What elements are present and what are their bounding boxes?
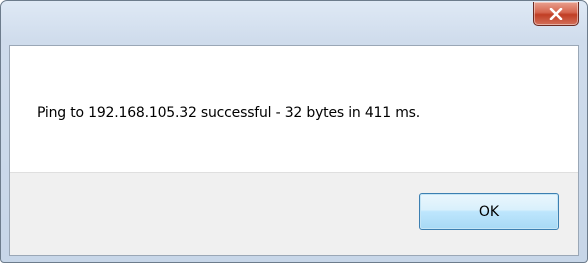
- title-bar[interactable]: [1, 1, 587, 45]
- message-text: Ping to 192.168.105.32 successful - 32 b…: [37, 105, 420, 121]
- close-button[interactable]: [533, 2, 579, 26]
- ok-button[interactable]: OK: [419, 193, 559, 230]
- close-icon: [549, 7, 563, 20]
- button-area: OK: [10, 172, 578, 255]
- message-dialog: Ping to 192.168.105.32 successful - 32 b…: [0, 0, 588, 263]
- message-area: Ping to 192.168.105.32 successful - 32 b…: [10, 46, 578, 172]
- dialog-content: Ping to 192.168.105.32 successful - 32 b…: [9, 45, 579, 256]
